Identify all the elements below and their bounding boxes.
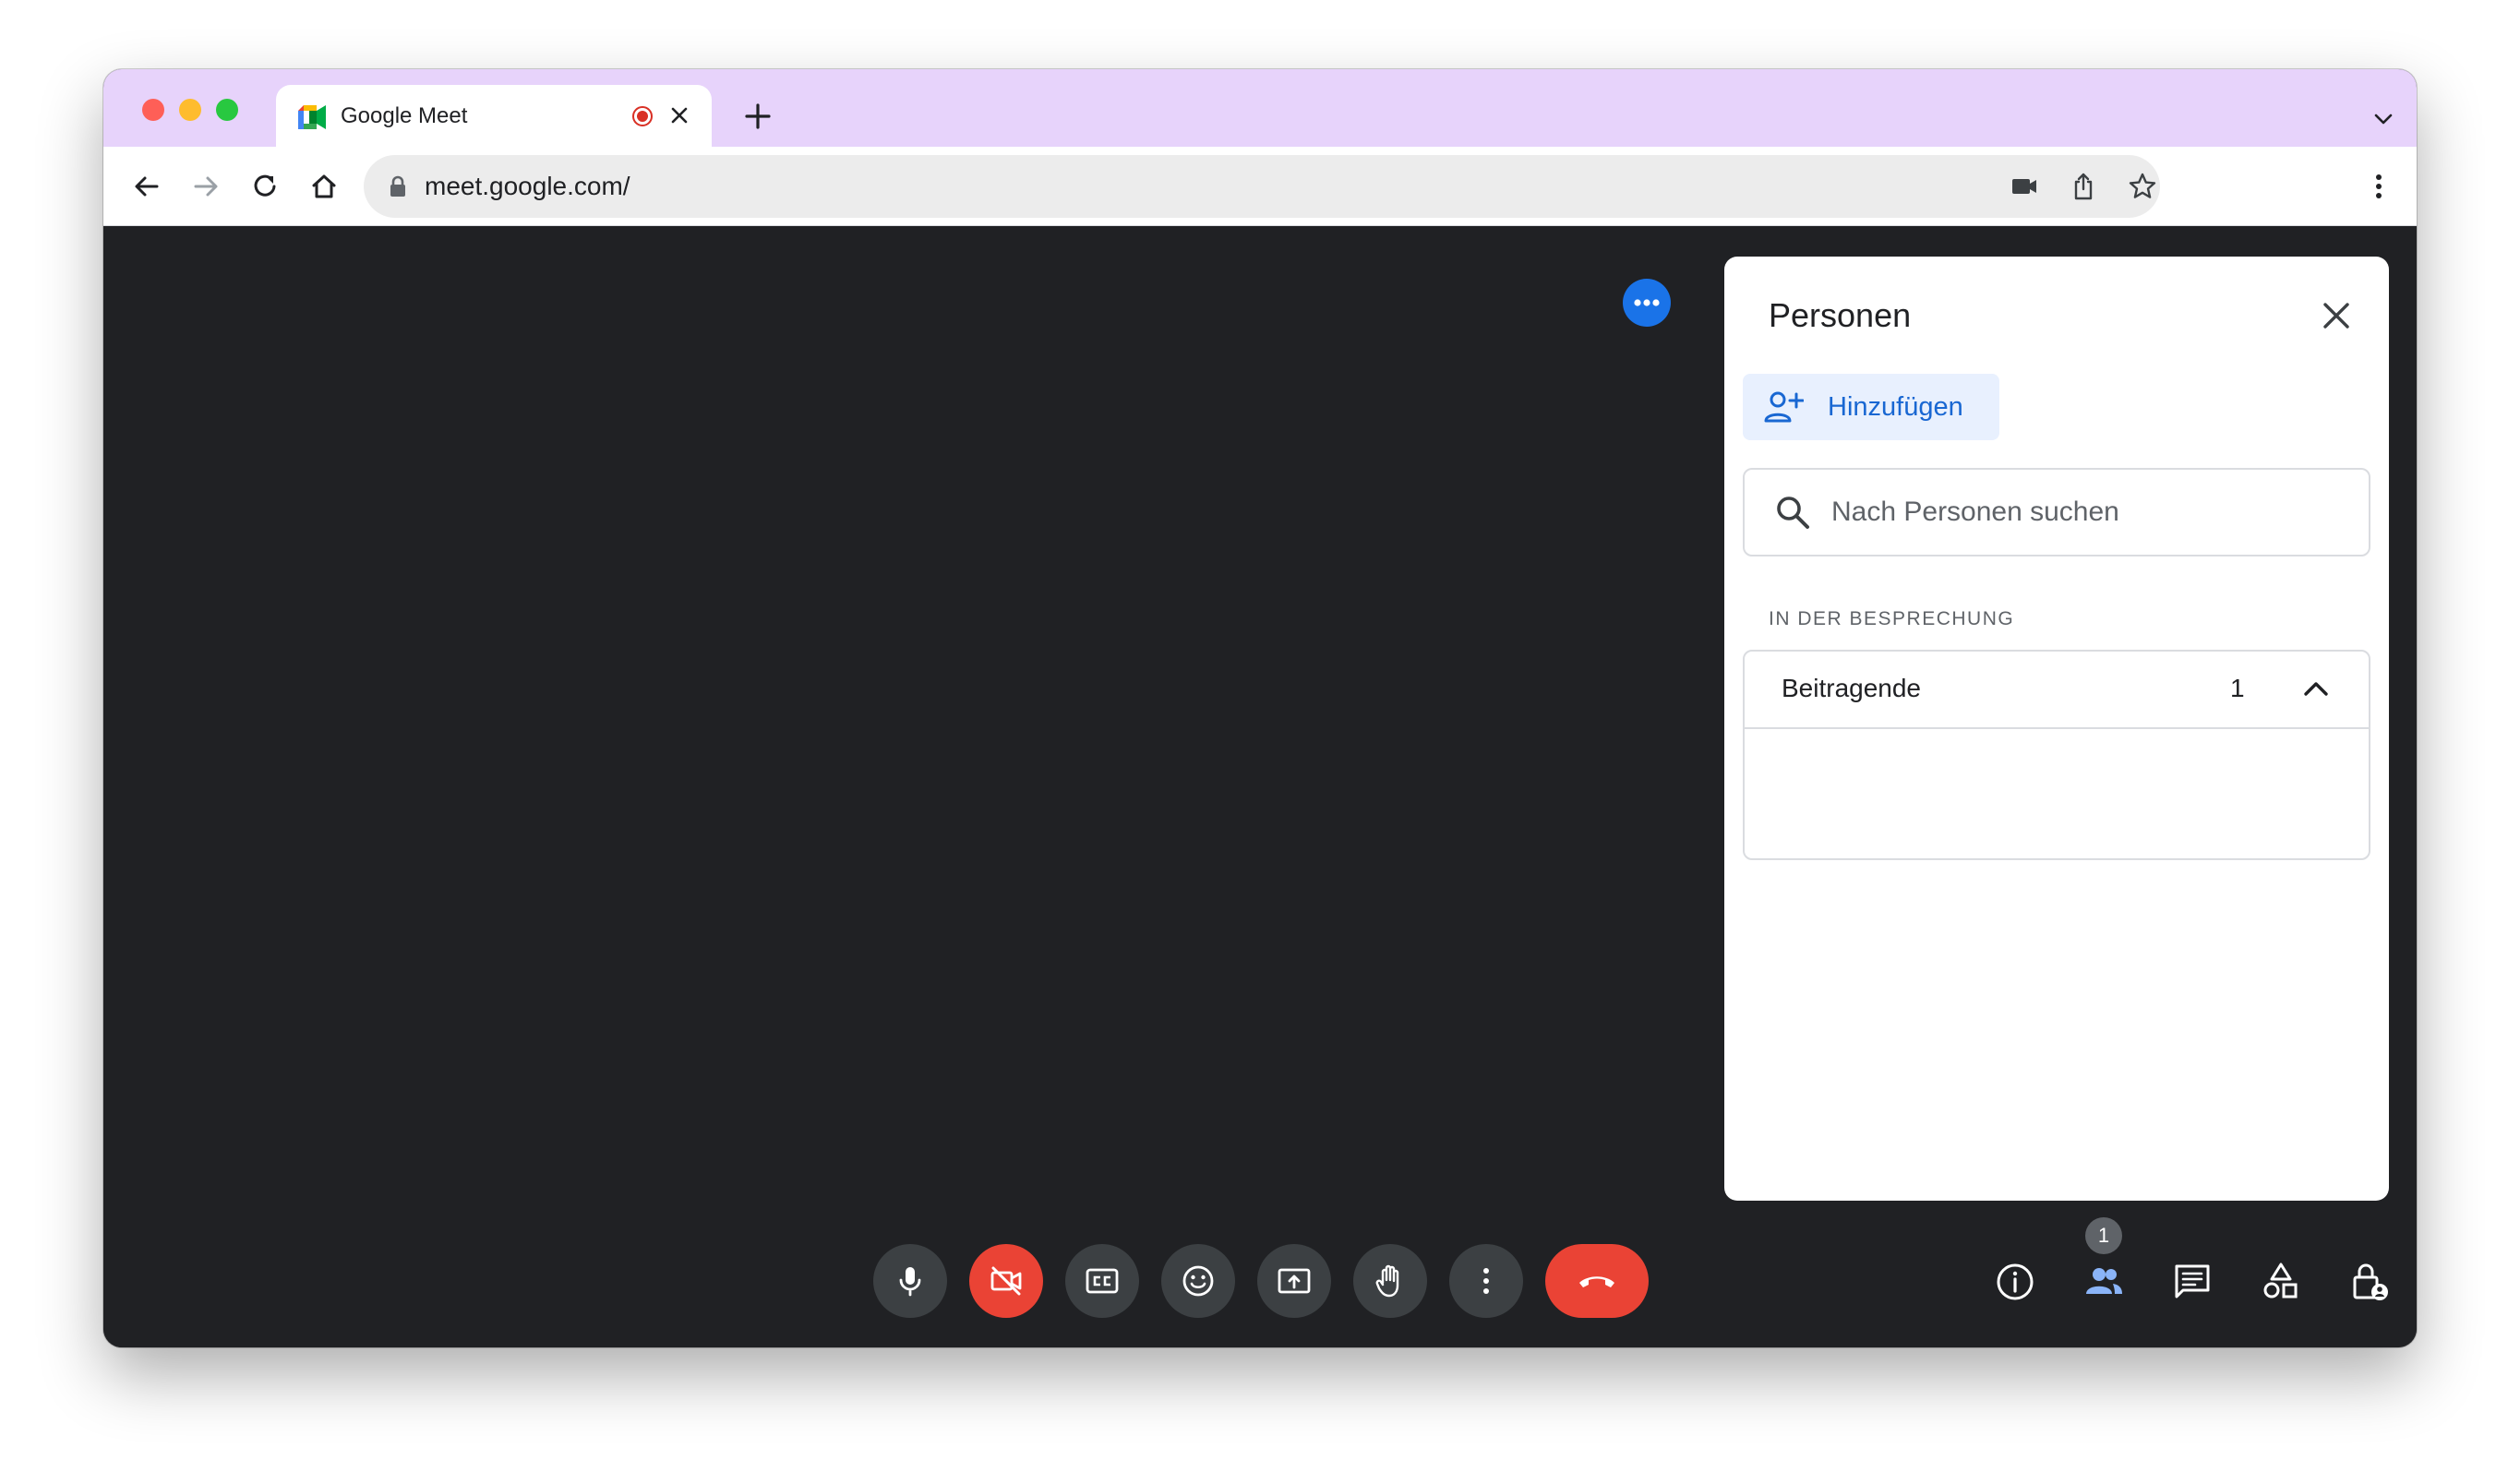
tab-google-meet[interactable]: Google Meet (276, 85, 712, 148)
more-vert-icon[interactable] (2361, 169, 2396, 204)
people-search-input[interactable] (1831, 492, 2330, 533)
leave-call-button[interactable] (1545, 1244, 1649, 1318)
person-add-icon (1764, 391, 1804, 423)
tile-more-options-button[interactable] (1623, 279, 1671, 327)
browser-toolbar: meet.google.com/ (103, 147, 2417, 226)
chevron-up-icon[interactable] (2298, 672, 2334, 707)
close-tab-icon[interactable] (666, 102, 693, 129)
host-controls-icon[interactable] (2348, 1261, 2391, 1303)
people-panel: Personen Hinzufügen IN DER BESPR (1724, 257, 2389, 1201)
microphone-icon (899, 1267, 921, 1297)
more-horiz-icon (1634, 299, 1660, 306)
address-bar[interactable]: meet.google.com/ (364, 155, 2160, 218)
maximize-window-button[interactable] (216, 99, 238, 121)
more-options-button[interactable] (1449, 1244, 1523, 1318)
home-icon[interactable] (306, 169, 342, 204)
captions-button[interactable] (1065, 1244, 1139, 1318)
minimize-window-button[interactable] (179, 99, 201, 121)
microphone-button[interactable] (873, 1244, 947, 1318)
captions-icon (1086, 1268, 1119, 1294)
add-people-button[interactable]: Hinzufügen (1743, 374, 1999, 440)
reactions-button[interactable] (1161, 1244, 1235, 1318)
url-text[interactable]: meet.google.com/ (425, 170, 630, 203)
emoji-icon (1182, 1265, 1214, 1297)
raise-hand-icon (1375, 1264, 1399, 1298)
recording-indicator-icon (632, 106, 653, 126)
camera-off-icon (990, 1266, 1022, 1296)
activities-icon[interactable] (2260, 1261, 2302, 1303)
close-window-button[interactable] (142, 99, 164, 121)
more-vert-icon (1483, 1268, 1489, 1294)
google-meet-logo-icon (298, 105, 326, 129)
close-panel-icon[interactable] (2316, 295, 2357, 336)
participant-count-badge: 1 (2085, 1217, 2122, 1254)
add-people-label: Hinzufügen (1828, 392, 1963, 422)
info-icon[interactable] (1994, 1261, 2036, 1303)
contributors-group-header[interactable]: Beitragende 1 (1745, 652, 2369, 729)
chat-icon[interactable] (2171, 1261, 2214, 1303)
present-screen-icon (1278, 1268, 1311, 1294)
section-label: IN DER BESPRECHUNG (1769, 608, 2015, 629)
lock-icon[interactable] (388, 175, 408, 197)
group-name: Beitragende (1782, 674, 1922, 702)
tab-search-chevron-icon[interactable] (2370, 106, 2396, 132)
browser-window: Google Meet meet.google.com/ Personen Hi… (103, 69, 2417, 1347)
hangup-icon (1579, 1276, 1614, 1287)
share-icon[interactable] (2068, 171, 2099, 202)
search-icon (1777, 497, 1809, 529)
people-icon[interactable] (2082, 1261, 2125, 1303)
new-tab-icon[interactable] (742, 101, 774, 132)
people-search[interactable] (1743, 468, 2370, 556)
raise-hand-button[interactable] (1353, 1244, 1427, 1318)
present-screen-button[interactable] (1257, 1244, 1331, 1318)
group-count: 1 (2230, 674, 2245, 702)
reload-icon[interactable] (247, 169, 282, 204)
back-icon[interactable] (129, 169, 164, 204)
tab-title: Google Meet (341, 103, 468, 128)
camera-toggle-button[interactable] (969, 1244, 1043, 1318)
forward-icon[interactable] (188, 169, 223, 204)
meet-stage: Personen Hinzufügen IN DER BESPR (103, 226, 2417, 1347)
tab-strip: Google Meet (103, 69, 2417, 148)
camera-indicator-icon[interactable] (2009, 171, 2040, 202)
contributors-group: Beitragende 1 (1743, 650, 2370, 860)
panel-title: Personen (1769, 296, 1912, 334)
bookmark-star-icon[interactable] (2127, 171, 2158, 202)
